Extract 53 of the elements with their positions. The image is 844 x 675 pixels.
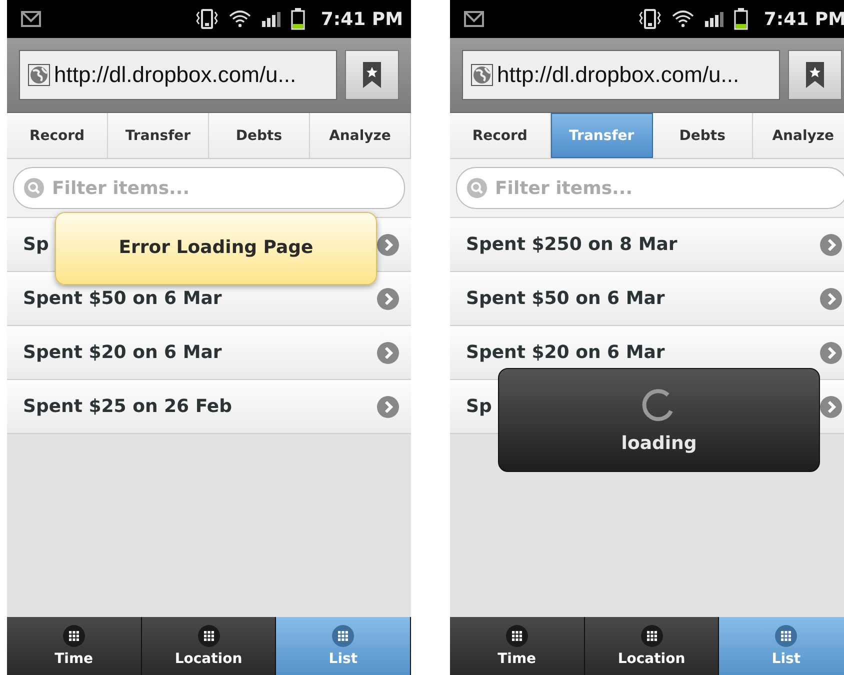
battery-icon <box>290 8 305 30</box>
chevron-icon <box>377 234 399 256</box>
tab[interactable]: Analyze <box>753 113 844 158</box>
globe-icon <box>471 64 493 86</box>
bookmark-button[interactable] <box>788 50 842 100</box>
list-item[interactable]: Spent $50 on 6 Mar <box>450 272 844 326</box>
url-field[interactable]: http://dl.dropbox.com/u... <box>19 50 337 100</box>
tab[interactable]: Transfer <box>108 113 209 158</box>
loading-text: loading <box>621 432 697 454</box>
chevron-icon <box>820 396 842 418</box>
chevron-icon <box>377 288 399 310</box>
grid-icon <box>640 625 662 647</box>
filter-field[interactable]: Filter items... <box>456 167 844 209</box>
grid-icon <box>62 625 85 647</box>
grid-icon <box>198 625 220 647</box>
bookmark-star-icon <box>805 61 825 89</box>
status-time: 7:41 PM <box>320 8 403 30</box>
tab[interactable]: Analyze <box>310 113 411 158</box>
wifi-icon <box>672 10 694 28</box>
url-field[interactable]: http://dl.dropbox.com/u... <box>462 50 780 100</box>
chevron-icon <box>820 342 842 364</box>
signal-icon <box>260 11 281 27</box>
nav-tab[interactable]: Time <box>7 617 142 675</box>
tab[interactable]: Record <box>450 113 551 158</box>
error-message: Error Loading Page <box>118 237 314 260</box>
globe-icon <box>28 64 50 86</box>
signal-icon <box>704 11 724 27</box>
chevron-icon <box>820 288 842 310</box>
chevron-icon <box>820 234 842 256</box>
tab[interactable]: Debts <box>652 113 754 158</box>
tab[interactable]: Debts <box>209 113 310 158</box>
vibrate-icon <box>638 9 662 29</box>
mail-icon <box>464 11 484 27</box>
filter-field[interactable]: Filter items... <box>13 167 405 209</box>
chevron-icon <box>377 396 399 418</box>
status-time: 7:41 PM <box>764 8 844 30</box>
chevron-icon <box>377 342 399 364</box>
list-item[interactable]: Spent $25 on 26 Feb <box>7 380 411 434</box>
nav-tab[interactable]: Time <box>450 617 585 675</box>
bookmark-button[interactable] <box>345 50 399 100</box>
wifi-icon <box>228 10 251 28</box>
list-item[interactable]: Spent $250 on 8 Mar <box>450 218 844 272</box>
grid-icon <box>506 625 528 647</box>
nav-tab[interactable]: Location <box>584 617 720 675</box>
mail-icon <box>21 11 41 27</box>
nav-tab[interactable]: Location <box>142 617 276 675</box>
battery-icon <box>734 8 748 30</box>
vibrate-icon <box>194 9 219 29</box>
tab[interactable]: Record <box>7 113 108 158</box>
bookmark-star-icon <box>362 61 382 89</box>
grid-icon <box>775 625 798 647</box>
grid-icon <box>332 625 354 647</box>
list-item[interactable]: Spent $20 on 6 Mar <box>7 326 411 380</box>
